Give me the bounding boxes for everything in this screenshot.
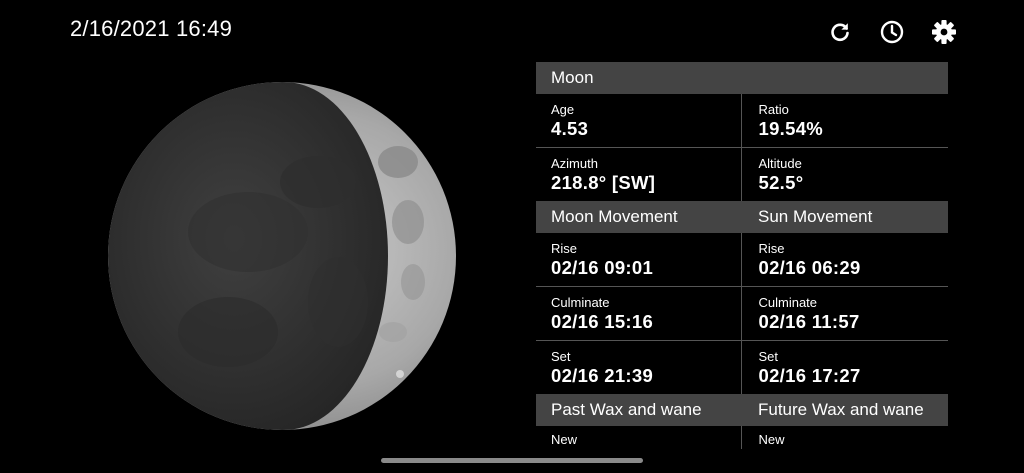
sun-rise-label: Rise <box>758 240 785 256</box>
moon-rise-cell: Rise 02/16 09:01 <box>536 233 741 286</box>
datetime-label: 2/16/2021 16:49 <box>70 16 233 41</box>
age-label: Age <box>551 101 575 117</box>
wax-wane-row: New New <box>536 426 948 449</box>
moon-title: Moon <box>551 68 594 87</box>
sun-culminate-cell: Culminate 02/16 11:57 <box>740 287 949 340</box>
culminate-row: Culminate 02/16 15:16 Culminate 02/16 11… <box>536 287 948 341</box>
moon-header: Moon <box>536 62 948 94</box>
age-cell: Age 4.53 <box>536 94 741 147</box>
sun-movement-title: Sun Movement <box>758 207 873 226</box>
home-indicator[interactable] <box>381 458 643 463</box>
movement-header: Moon Movement Sun Movement <box>536 201 948 233</box>
settings-button[interactable] <box>930 18 958 46</box>
moon-phase-image <box>108 82 456 430</box>
sun-culminate-label: Culminate <box>758 294 818 310</box>
moon-set-cell: Set 02/16 21:39 <box>536 341 741 394</box>
sun-set-label: Set <box>758 348 779 364</box>
set-row: Set 02/16 21:39 Set 02/16 17:27 <box>536 341 948 394</box>
azimuth-label: Azimuth <box>551 155 598 171</box>
clock-icon <box>880 20 904 44</box>
refresh-button[interactable] <box>826 18 854 46</box>
ratio-label: Ratio <box>758 101 789 117</box>
moon-rise-label: Rise <box>551 240 578 256</box>
sun-set-value: 02/16 17:27 <box>758 364 861 386</box>
moon-set-label: Set <box>551 348 571 364</box>
moon-movement-title: Moon Movement <box>551 207 678 226</box>
moon-set-value: 02/16 21:39 <box>551 364 654 386</box>
moon-rise-value: 02/16 09:01 <box>551 256 654 278</box>
past-phase-label: New <box>551 432 578 447</box>
altitude-value: 52.5° <box>758 171 804 193</box>
future-wax-wane-title: Future Wax and wane <box>758 400 924 419</box>
altitude-cell: Altitude 52.5° <box>740 148 949 201</box>
azimuth-cell: Azimuth 218.8° [SW] <box>536 148 741 201</box>
refresh-icon <box>831 23 849 42</box>
ratio-value: 19.54% <box>758 117 824 139</box>
gear-icon <box>932 20 956 44</box>
sun-set-cell: Set 02/16 17:27 <box>740 341 949 394</box>
sun-rise-value: 02/16 06:29 <box>758 256 861 278</box>
sun-rise-cell: Rise 02/16 06:29 <box>740 233 949 286</box>
moon-position-row: Azimuth 218.8° [SW] Altitude 52.5° <box>536 148 948 201</box>
sun-culminate-value: 02/16 11:57 <box>758 310 860 332</box>
moon-culminate-label: Culminate <box>551 294 610 310</box>
moon-culminate-cell: Culminate 02/16 15:16 <box>536 287 741 340</box>
toolbar <box>826 18 958 46</box>
azimuth-value: 218.8° [SW] <box>551 171 656 193</box>
moon-age-ratio-row: Age 4.53 Ratio 19.54% <box>536 94 948 148</box>
info-panel: Moon Age 4.53 Ratio 19.54% Azimuth 218.8… <box>536 62 948 449</box>
ratio-cell: Ratio 19.54% <box>740 94 949 147</box>
past-wax-wane-title: Past Wax and wane <box>551 400 702 419</box>
rise-row: Rise 02/16 09:01 Rise 02/16 06:29 <box>536 233 948 287</box>
wax-wane-header: Past Wax and wane Future Wax and wane <box>536 394 948 426</box>
altitude-label: Altitude <box>758 155 802 171</box>
future-phase-label: New <box>740 426 949 449</box>
moon-culminate-value: 02/16 15:16 <box>551 310 654 332</box>
history-button[interactable] <box>878 18 906 46</box>
age-value: 4.53 <box>551 117 589 139</box>
